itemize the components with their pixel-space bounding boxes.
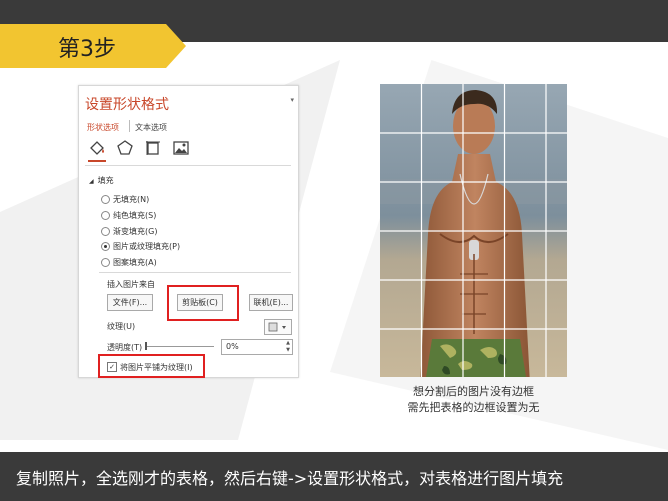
collapse-arrow-icon: ◢ [89, 178, 94, 185]
radio-button[interactable] [101, 227, 110, 236]
transparency-value: 0% [226, 342, 239, 351]
transparency-slider-thumb[interactable] [145, 342, 147, 350]
divider [85, 165, 291, 166]
tab-text-options[interactable]: 文本选项 [135, 122, 167, 133]
transparency-input[interactable]: 0% ▲ ▼ [221, 339, 293, 355]
radio-button[interactable] [101, 195, 110, 204]
fill-line-icon[interactable] [87, 138, 107, 158]
highlight-box-tile [98, 354, 205, 378]
highlight-box-clipboard [167, 285, 239, 321]
step-title: 第3步 [58, 37, 116, 62]
picture-icon[interactable] [171, 138, 191, 158]
format-shape-panel: 设置形状格式 ▾ 形状选项 文本选项 ◢ 填充 无填充(N) 纯色填充(S) 渐变… [78, 85, 299, 378]
transparency-label: 透明度(T) [107, 343, 143, 352]
panel-menu-icon[interactable]: ▾ [290, 96, 294, 104]
fill-section-header[interactable]: ◢ 填充 [89, 175, 114, 186]
texture-label: 纹理(U) [107, 322, 136, 331]
bottom-bar: 复制照片，全选刚才的表格，然后右键->设置形状格式，对表格进行图片填充 [0, 452, 668, 501]
step-tag: 第3步 [0, 24, 186, 68]
spin-down-icon[interactable]: ▼ [282, 347, 290, 354]
radio-label: 无填充(N) [113, 195, 150, 204]
radio-button[interactable] [101, 258, 110, 267]
spin-up-icon[interactable]: ▲ [282, 340, 290, 347]
transparency-slider-track[interactable] [146, 346, 214, 347]
caption-line-1: 想分割后的图片没有边框 [413, 385, 534, 398]
radio-label: 渐变填充(G) [113, 227, 158, 236]
radio-label: 图片或纹理填充(P) [113, 242, 181, 251]
insert-from-label: 插入图片来自 [107, 280, 155, 289]
radio-label: 纯色填充(S) [113, 211, 157, 220]
radio-button[interactable] [101, 211, 110, 220]
instruction-text: 复制照片，全选刚才的表格，然后右键->设置形状格式，对表格进行图片填充 [16, 469, 564, 488]
selected-icon-indicator [88, 160, 106, 162]
texture-dropdown[interactable] [264, 319, 292, 335]
photo-with-table-grid [380, 84, 567, 377]
fill-section-title: 填充 [97, 176, 114, 185]
divider [99, 272, 291, 273]
tab-separator [129, 120, 130, 132]
online-button[interactable]: 联机(E)... [249, 294, 293, 311]
size-properties-icon[interactable] [143, 138, 163, 158]
file-button[interactable]: 文件(F)... [107, 294, 153, 311]
caption-line-2: 需先把表格的边框设置为无 [407, 401, 540, 414]
radio-button-selected[interactable] [101, 242, 110, 251]
effects-pentagon-icon[interactable] [115, 138, 135, 158]
radio-label: 图案填充(A) [113, 258, 157, 267]
tab-shape-options[interactable]: 形状选项 [87, 122, 119, 133]
panel-title: 设置形状格式 [85, 97, 169, 113]
